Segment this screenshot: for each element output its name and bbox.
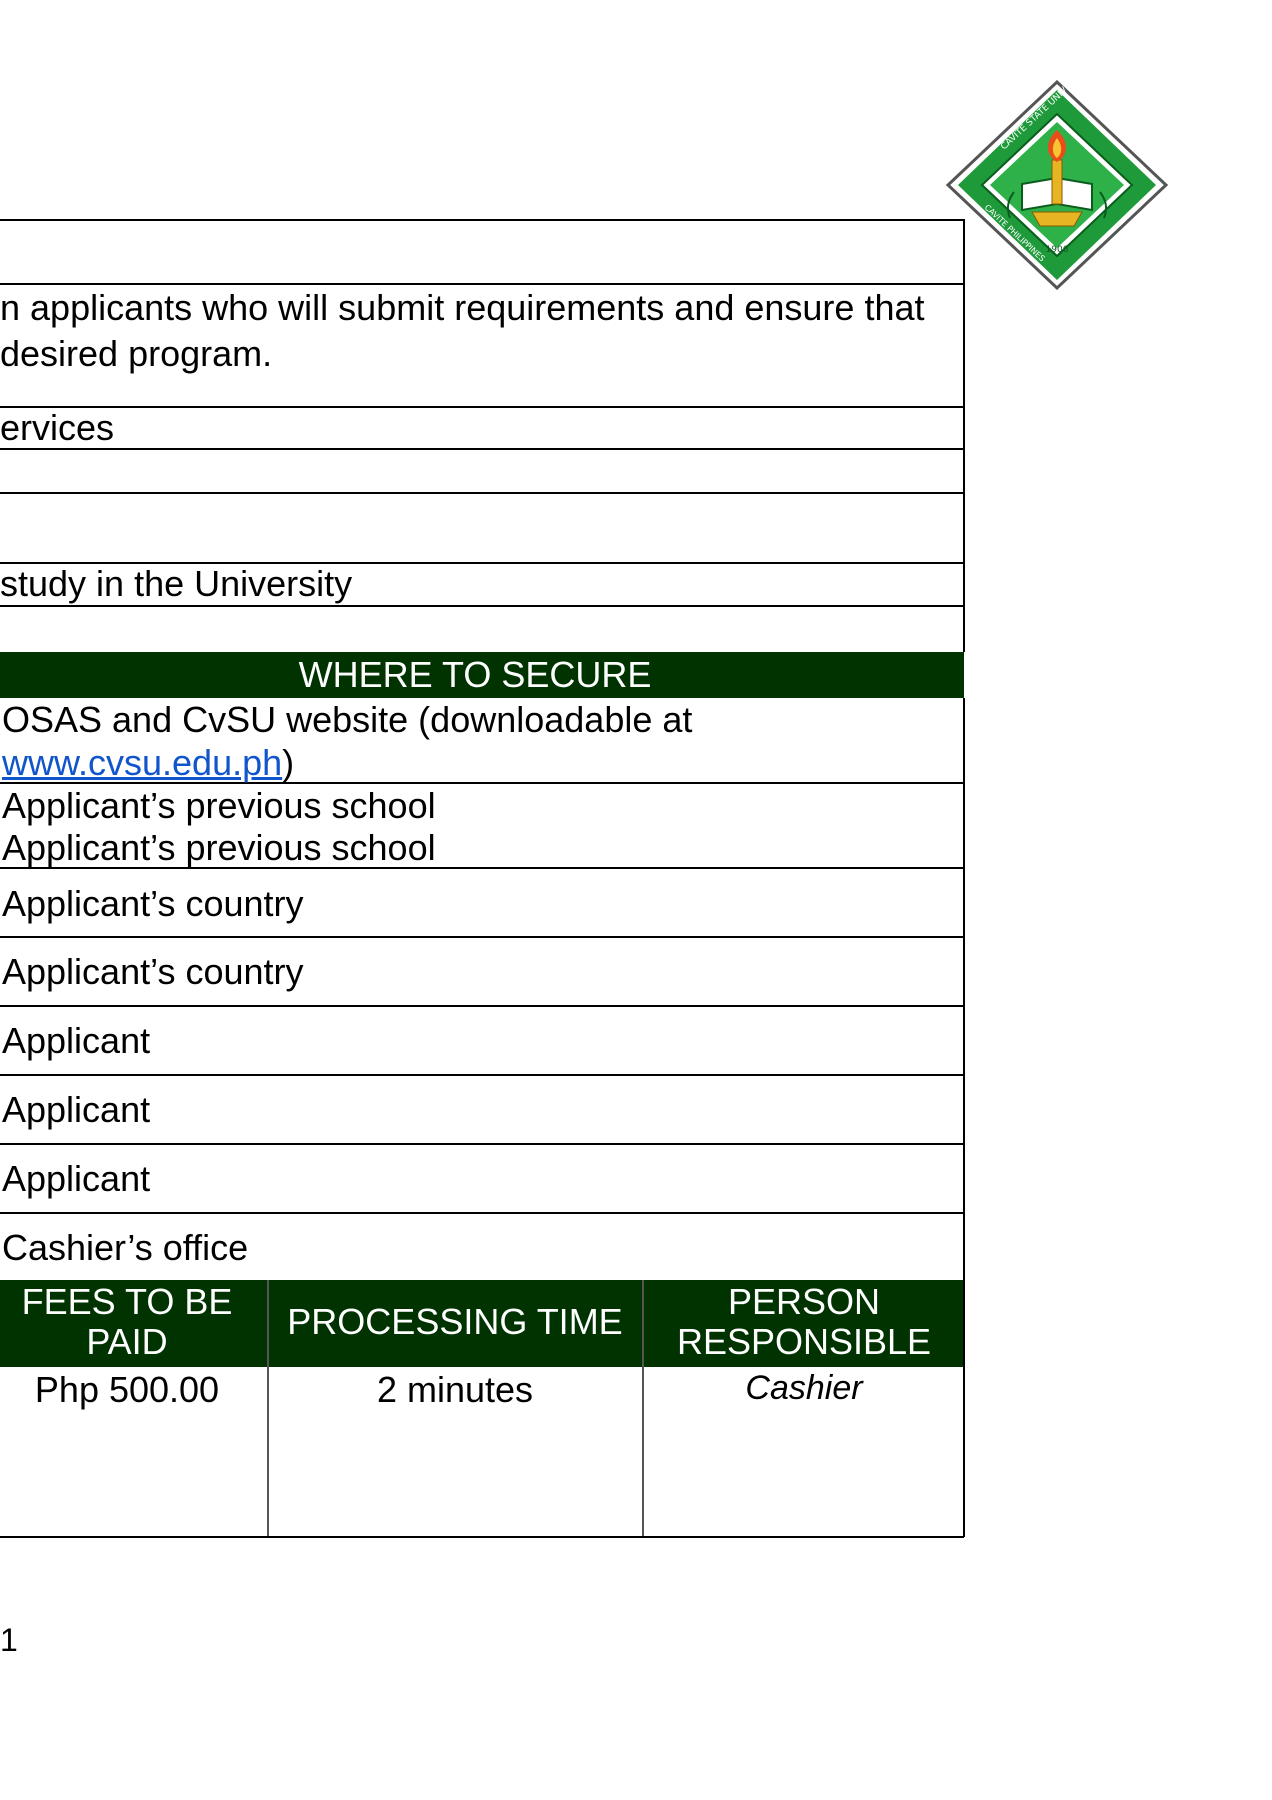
svg-text:1906: 1906 — [1046, 245, 1069, 255]
secure-row-text: Applicant’s country — [2, 951, 304, 992]
secure-row-text: Applicant’s previous school — [2, 827, 436, 868]
processing-time-header: PROCESSING TIME — [287, 1301, 623, 1342]
link-suffix: ) — [282, 742, 295, 783]
secure-row-text: Applicant — [2, 1020, 151, 1061]
fees-header: PAID — [86, 1321, 168, 1362]
processing-time-value: 2 minutes — [376, 1369, 534, 1410]
secure-row-text: Applicant’s country — [2, 883, 304, 924]
secure-row-text: Cashier’s office — [2, 1227, 249, 1268]
secure-row-text: OSAS and CvSU website (downloadable at — [2, 699, 693, 740]
row-text: desired program. — [0, 333, 273, 374]
secure-row-text: Applicant — [2, 1158, 151, 1199]
row-text: n applicants who will submit requirement… — [0, 287, 925, 328]
row-text: ervices — [0, 407, 115, 448]
row-text: study in the University — [0, 563, 353, 604]
person-responsible-value: Cashier — [745, 1369, 863, 1407]
cvsu-website-link[interactable]: www.cvsu.edu.ph — [2, 742, 282, 783]
secure-row-text: Applicant’s previous school — [2, 785, 436, 826]
fees-header: FEES TO BE — [21, 1281, 233, 1322]
person-responsible-header: PERSON — [727, 1281, 881, 1322]
person-responsible-header: RESPONSIBLE — [676, 1321, 932, 1362]
secure-row-text: Applicant — [2, 1089, 151, 1130]
where-to-secure-label: WHERE TO SECURE — [298, 654, 652, 695]
page-number: 1 — [0, 1622, 18, 1658]
fee-value: Php 500.00 — [34, 1369, 220, 1410]
secure-row-text: www.cvsu.edu.ph) — [2, 741, 294, 785]
university-seal-logo: 1906 CAVITE STATE UNIVERSITY CAVITE PHIL… — [945, 80, 1169, 290]
